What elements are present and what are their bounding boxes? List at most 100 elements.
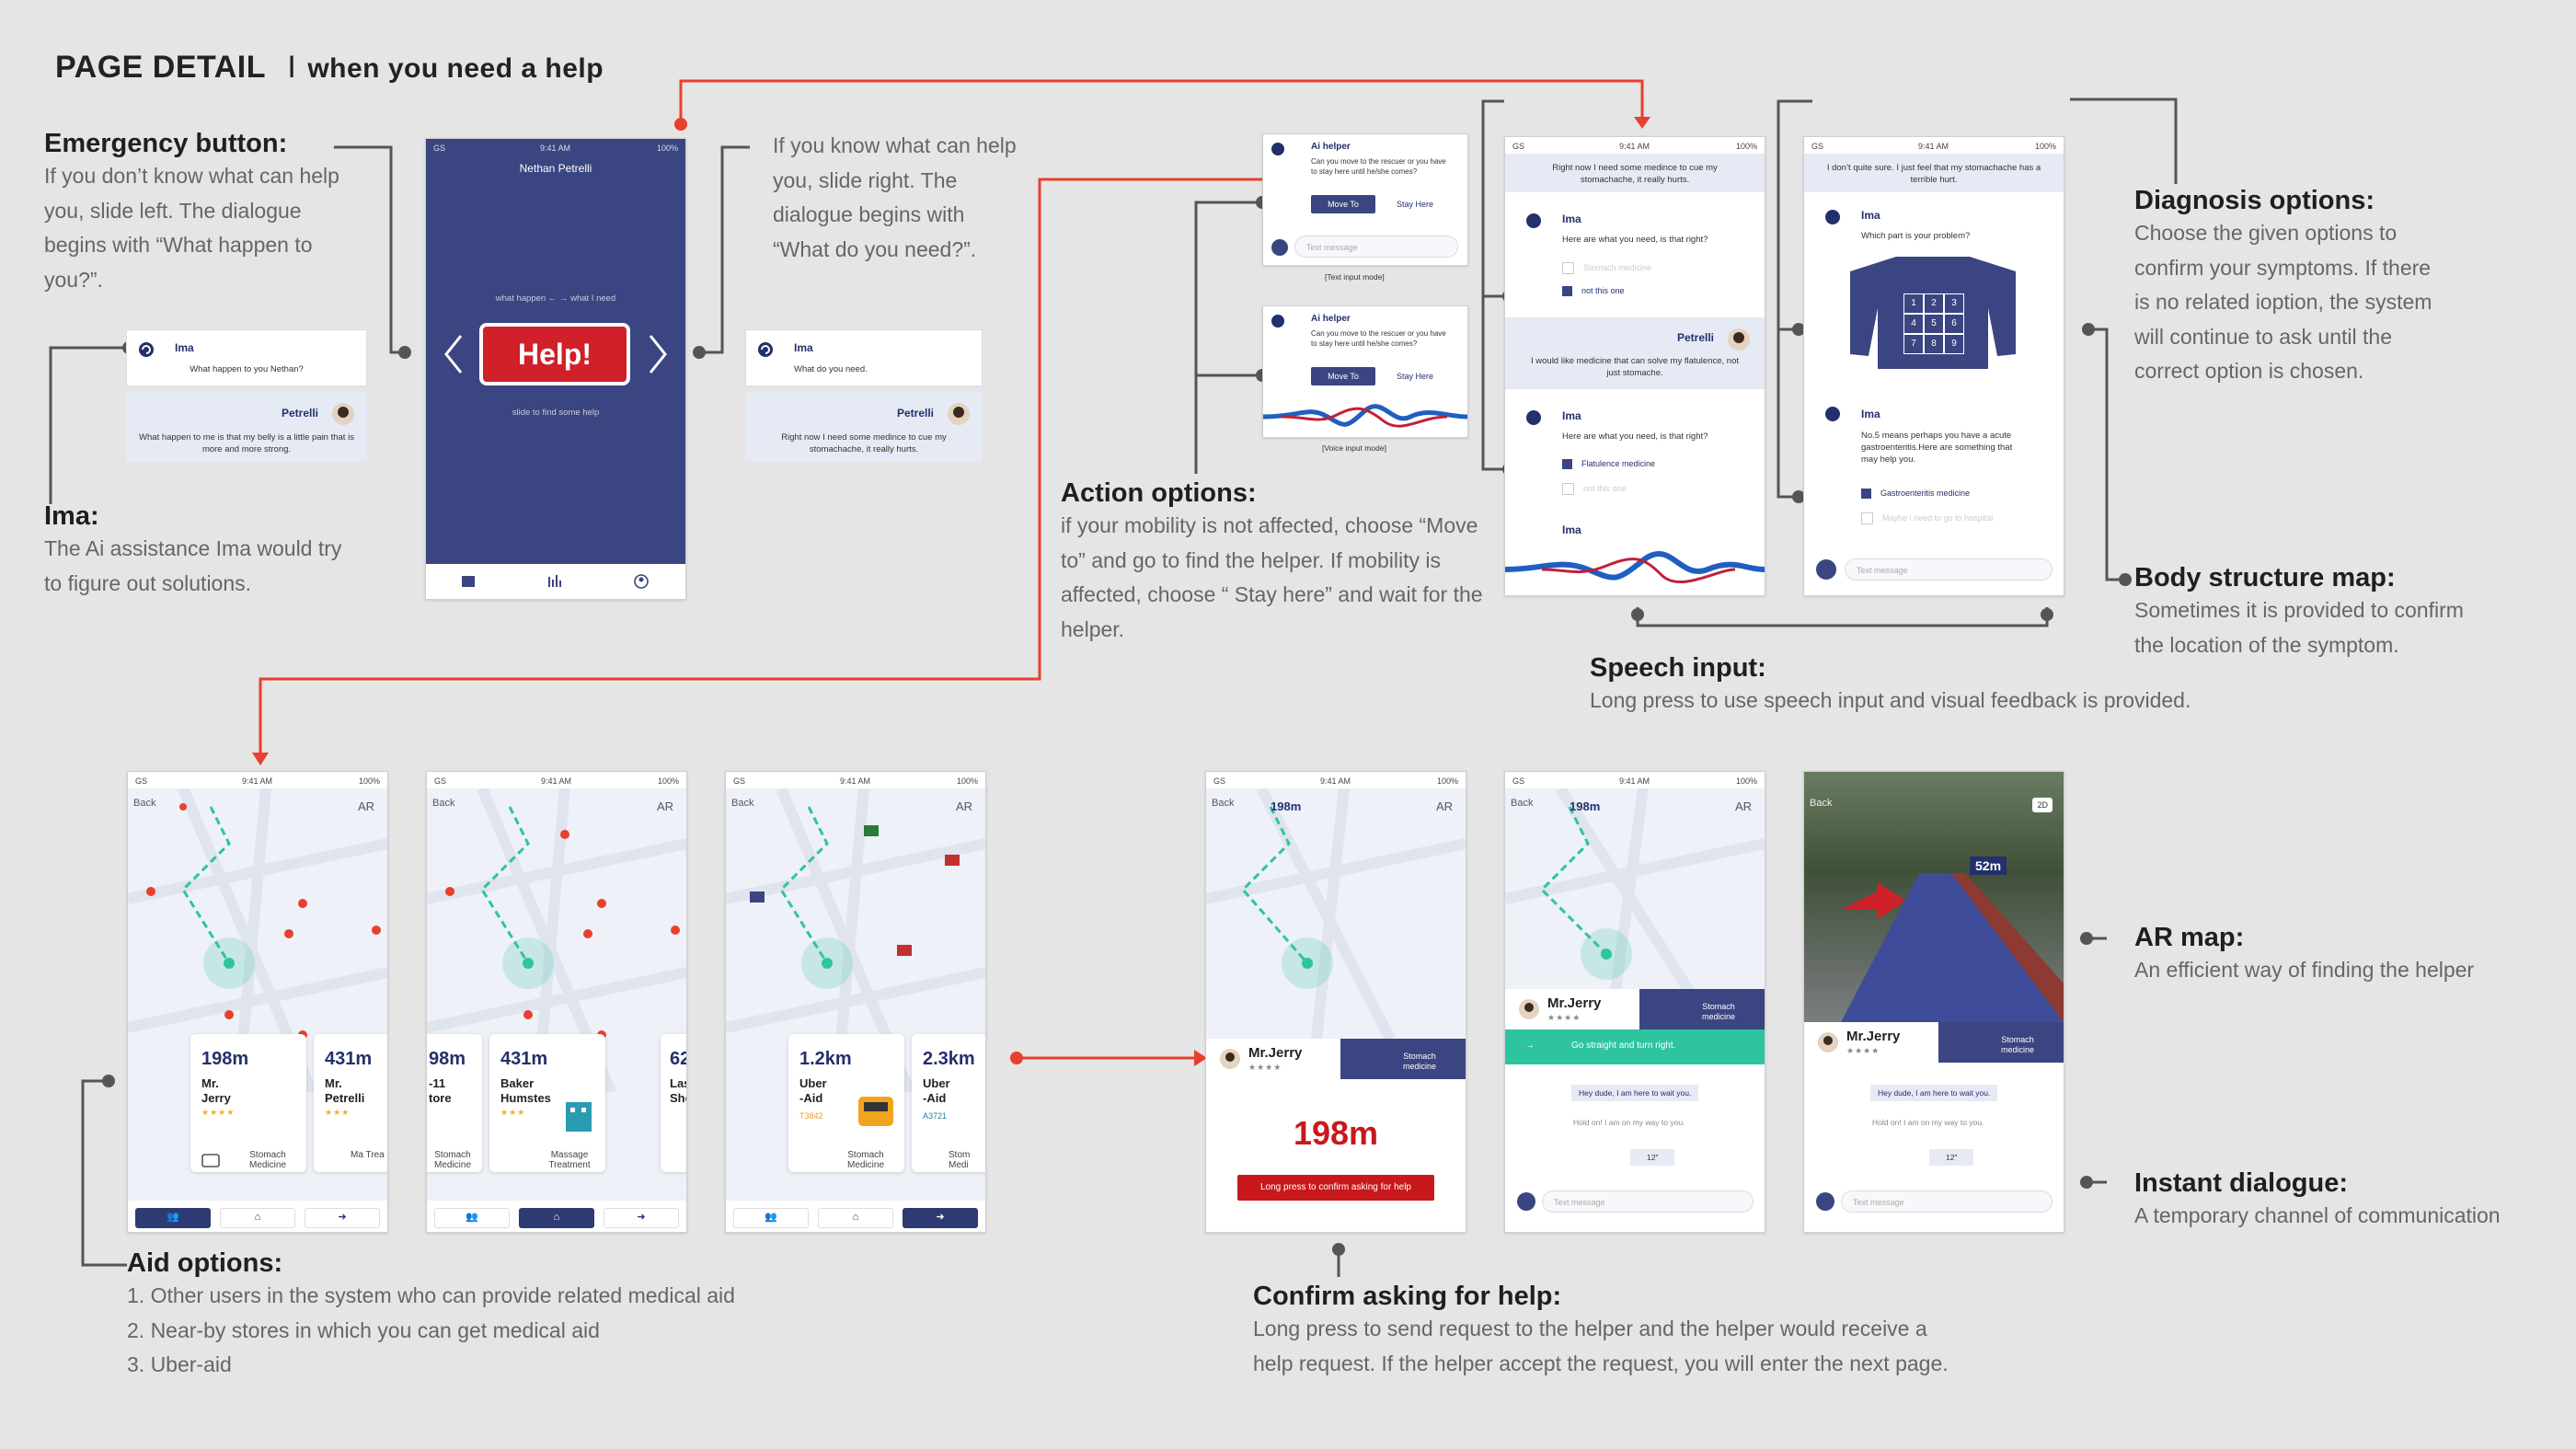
tab-stores[interactable]: ⌂ <box>818 1208 893 1228</box>
user-name-label: Petrelli <box>1676 331 1714 344</box>
ima-avatar-icon <box>1271 143 1284 155</box>
aid-card[interactable]: 62 Las Sho <box>661 1034 686 1172</box>
back-button[interactable]: Back <box>432 798 454 809</box>
chat-icon[interactable] <box>1516 1191 1536 1212</box>
map[interactable] <box>1206 788 1466 1039</box>
user-bubble-right: Petrelli Right now I need some medince t… <box>745 392 983 462</box>
chat-icon[interactable] <box>1815 1191 1835 1212</box>
service-tag[interactable]: Stomach medicine <box>1639 989 1765 1029</box>
bars-icon[interactable] <box>547 575 562 588</box>
tab-uber[interactable]: ➜ <box>305 1208 380 1228</box>
voice-message[interactable]: 12" <box>1630 1149 1675 1166</box>
ima-avatar-icon <box>1825 407 1840 421</box>
tab-stores[interactable]: ⌂ <box>519 1208 594 1228</box>
aid-card[interactable]: 2.3km Uber -Aid A3721 Stom Medi <box>912 1034 985 1172</box>
service-tag[interactable]: Stomach medicine <box>1340 1039 1466 1079</box>
map[interactable] <box>1505 788 1765 991</box>
ima-name: Ima <box>1562 213 1581 225</box>
back-button[interactable]: Back <box>133 798 155 809</box>
helper-bar: Mr.Jerry ★★★★ Stomach medicine <box>1804 1022 2064 1063</box>
chevron-right-icon[interactable] <box>647 332 669 376</box>
body-zone[interactable]: 3 <box>1944 293 1964 314</box>
chat-icon[interactable] <box>1271 238 1289 257</box>
body-zone[interactable]: 4 <box>1903 314 1924 334</box>
ima-avatar-icon <box>1526 213 1541 228</box>
move-to-button[interactable]: Move To <box>1311 195 1375 213</box>
tab-users[interactable]: 👥 <box>733 1208 809 1228</box>
aid-users-screen: GS 9:41 AM 100% Back AR 198m Mr. Jerry ★★★… <box>127 771 388 1233</box>
annotation-speech: Speech input: Long press to use speech i… <box>1590 653 2191 712</box>
caption-voice-mode: [Voice input mode] <box>1322 443 1386 453</box>
option-not-this-one-2[interactable]: not this one <box>1562 483 1627 495</box>
back-button[interactable]: Back <box>1212 798 1234 809</box>
text-message-input[interactable]: Text message <box>1542 1190 1754 1213</box>
book-icon[interactable] <box>461 575 476 588</box>
body-zone[interactable]: 5 <box>1924 314 1944 334</box>
action-voice-mode: Ai helper Can you move to the rescuer or… <box>1262 305 1468 438</box>
body-zone[interactable]: 8 <box>1924 334 1944 354</box>
ar-toggle[interactable]: AR <box>1735 799 1752 813</box>
taxi-icon <box>858 1097 893 1126</box>
chat-message: Hey dude, I am here to wait you. <box>1870 1085 1998 1101</box>
voice-wave-icon[interactable] <box>1505 549 1765 590</box>
ar-toggle[interactable]: AR <box>1436 799 1453 813</box>
confirm-screen: GS 9:41 AM 100% Back 198m AR Mr.Jerry ★★★★… <box>1205 771 1466 1233</box>
back-button[interactable]: Back <box>1810 798 1832 809</box>
ima-bubble-right: Ima What do you need. <box>745 329 983 386</box>
helper-dialogue-screen: GS 9:41 AM 100% Back 198m AR Mr.Jerry ★★★★… <box>1504 771 1765 1233</box>
aid-card[interactable]: 431m Mr. Petrelli ★★★ Ma Trea <box>314 1034 387 1172</box>
ar-camera-view[interactable] <box>1804 772 2064 1022</box>
ar-toggle[interactable]: AR <box>956 799 972 813</box>
option-hospital[interactable]: Maybe i need to go to hospital <box>1861 512 1993 524</box>
ima-avatar-icon <box>1526 410 1541 425</box>
ai-helper-name: Ai helper <box>1311 142 1351 152</box>
chat-icon[interactable] <box>1815 558 1837 581</box>
text-message-input[interactable]: Text message <box>1294 236 1458 258</box>
option-stomach[interactable]: Stomach medicine <box>1562 262 1651 274</box>
body-zone[interactable]: 6 <box>1944 314 1964 334</box>
tab-users[interactable]: 👥 <box>135 1208 211 1228</box>
body-zone[interactable]: 7 <box>1903 334 1924 354</box>
profile-icon[interactable] <box>634 574 649 589</box>
tab-stores[interactable]: ⌂ <box>220 1208 295 1228</box>
body-zone[interactable]: 9 <box>1944 334 1964 354</box>
service-tag[interactable]: Stomach medicine <box>1938 1022 2064 1063</box>
aid-tab-bar: 👥 ⌂ ➜ <box>427 1201 686 1232</box>
voice-wave-icon[interactable] <box>1263 398 1467 435</box>
confirm-help-button[interactable]: Long press to confirm asking for help <box>1237 1175 1434 1201</box>
aid-card[interactable]: 98m -11 tore Stomach Medicine <box>427 1034 482 1172</box>
aid-card[interactable]: 1.2km Uber -Aid T3842 Stomach Medicine <box>788 1034 904 1172</box>
user-name: Nethan Petrelli <box>519 162 592 175</box>
help-button[interactable]: Help! <box>479 323 630 385</box>
back-button[interactable]: Back <box>731 798 753 809</box>
option-flatulence[interactable]: Flatulence medicine <box>1562 459 1655 470</box>
stay-here-button[interactable]: Stay Here <box>1383 367 1447 385</box>
helper-bar: Mr.Jerry ★★★★ Stomach medicine <box>1206 1039 1466 1079</box>
text-message-input[interactable]: Text message <box>1845 558 2053 581</box>
stay-here-button[interactable]: Stay Here <box>1383 195 1447 213</box>
ar-toggle[interactable]: AR <box>358 799 374 813</box>
back-button[interactable]: Back <box>1511 798 1533 809</box>
tab-uber[interactable]: ➜ <box>604 1208 679 1228</box>
body-zone[interactable]: 2 <box>1924 293 1944 314</box>
annotation-instant: Instant dialogue: A temporary channel of… <box>2134 1168 2501 1227</box>
body-zone[interactable]: 1 <box>1903 293 1924 314</box>
chevron-left-icon[interactable] <box>443 332 465 376</box>
aid-card[interactable]: 198m Mr. Jerry ★★★★ Stomach Medicine <box>190 1034 306 1172</box>
aid-card[interactable]: 431m Baker Humstes ★★★ Massage Treatment <box>489 1034 605 1172</box>
option-gastroenteritis[interactable]: Gastroenteritis medicine <box>1861 489 1970 500</box>
tab-uber[interactable]: ➜ <box>903 1208 978 1228</box>
move-to-button[interactable]: Move To <box>1311 367 1375 385</box>
avatar-icon <box>1728 328 1750 351</box>
text-message-input[interactable]: Text message <box>1841 1190 2053 1213</box>
2d-toggle[interactable]: 2D <box>2032 798 2053 812</box>
avatar-icon <box>1818 1032 1838 1052</box>
tab-users[interactable]: 👥 <box>434 1208 510 1228</box>
ar-toggle[interactable]: AR <box>657 799 673 813</box>
ai-helper-name: Ai helper <box>1311 314 1351 324</box>
annotation-aid: Aid options: 1. Other users in the syste… <box>127 1248 735 1376</box>
voice-message[interactable]: 12" <box>1929 1149 1974 1166</box>
annotation-ima: Ima: The Ai assistance Ima would try to f… <box>44 501 342 595</box>
avatar-icon <box>948 403 970 425</box>
option-not-this-one[interactable]: not this one <box>1562 286 1625 297</box>
